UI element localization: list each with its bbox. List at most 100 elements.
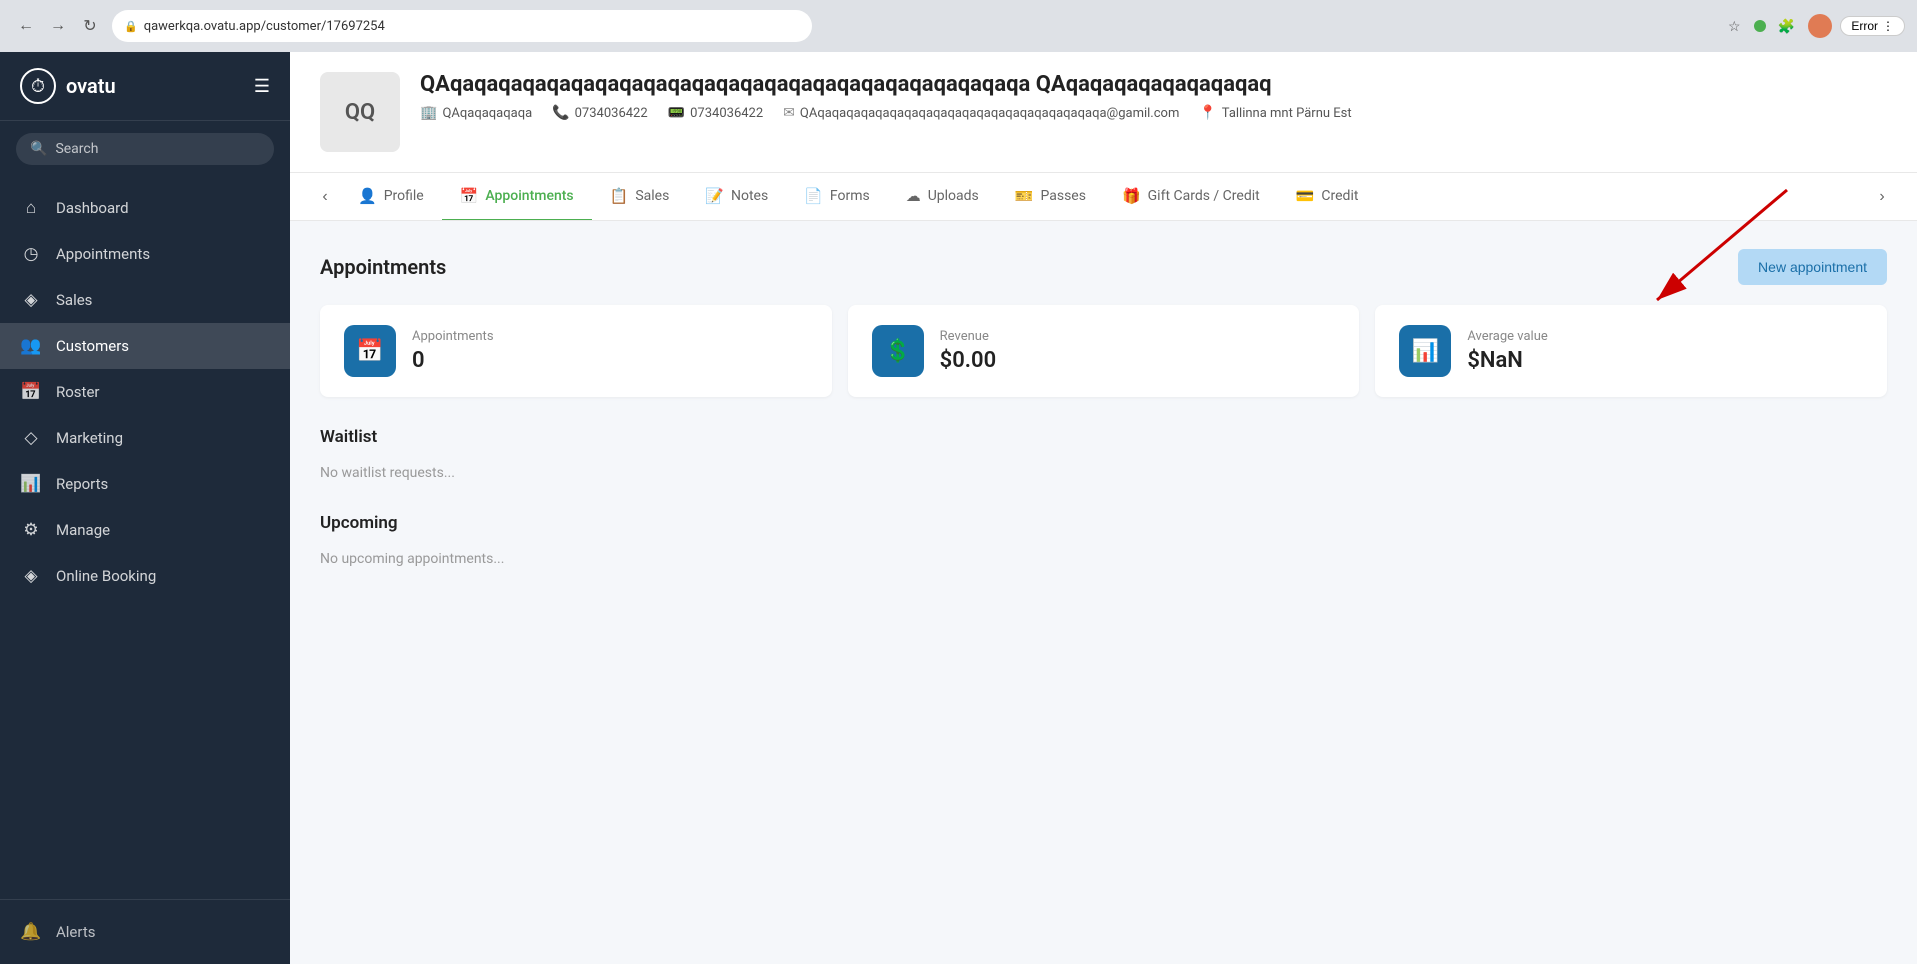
sidebar-footer: 🔔 Alerts (0, 899, 290, 964)
upcoming-empty-text: No upcoming appointments... (320, 547, 1887, 571)
reports-icon: 📊 (20, 474, 42, 494)
revenue-label: Revenue (940, 329, 997, 344)
tab-sales[interactable]: 📋 Sales (592, 173, 688, 220)
browser-nav-buttons: ← → ↻ (12, 12, 104, 40)
location-icon: 📍 (1199, 105, 1216, 121)
stats-row: 📅 Appointments 0 💲 Revenue $0.00 📊 Avera… (320, 305, 1887, 397)
revenue-value: $0.00 (940, 348, 997, 373)
average-value-label: Average value (1467, 329, 1547, 344)
error-label: Error (1851, 19, 1878, 33)
sales-tab-label: Sales (635, 188, 669, 204)
email-icon: ✉ (783, 105, 795, 121)
error-chevron-icon: ⋮ (1882, 19, 1894, 33)
browser-star-button[interactable]: ☆ (1720, 12, 1748, 40)
forward-button[interactable]: → (44, 12, 72, 40)
customers-icon: 👥 (20, 336, 42, 356)
error-button[interactable]: Error ⋮ (1840, 16, 1905, 36)
sidebar-item-customers[interactable]: 👥 Customers (0, 323, 290, 369)
sidebar-item-marketing[interactable]: ◇ Marketing (0, 415, 290, 461)
browser-actions: ☆ 🧩 Error ⋮ (1720, 12, 1905, 40)
customer-business: 🏢 QAqaqaqaqaqa (420, 105, 532, 121)
roster-icon: 📅 (20, 382, 42, 402)
sidebar-item-dashboard[interactable]: ⌂ Dashboard (0, 185, 290, 231)
stat-card-appointments-count: 📅 Appointments 0 (320, 305, 832, 397)
logo-icon: ⏱ (20, 68, 56, 104)
waitlist-empty-text: No waitlist requests... (320, 461, 1887, 485)
tabs-next-button[interactable]: › (1867, 177, 1897, 217)
hamburger-button[interactable]: ☰ (254, 76, 270, 97)
average-value-info: Average value $NaN (1467, 329, 1547, 373)
sidebar-item-reports[interactable]: 📊 Reports (0, 461, 290, 507)
sidebar-item-manage[interactable]: ⚙ Manage (0, 507, 290, 553)
tab-profile[interactable]: 👤 Profile (340, 173, 442, 220)
user-avatar (1808, 14, 1832, 38)
profile-tab-icon: 👤 (358, 187, 377, 205)
average-value-icon-box: 📊 (1399, 325, 1451, 377)
sidebar-item-roster[interactable]: 📅 Roster (0, 369, 290, 415)
reload-button[interactable]: ↻ (76, 12, 104, 40)
page-content: Appointments New appointment 📅 Appointme… (290, 221, 1917, 964)
back-button[interactable]: ← (12, 12, 40, 40)
customer-details: QAqaqaqaqaqaqaqaqaqaqaqaqaqaqaqaqaqaqaqa… (420, 72, 1887, 121)
appointments-tab-icon: 📅 (460, 187, 479, 205)
sidebar-item-roster-label: Roster (56, 383, 99, 401)
lock-icon: 🔒 (124, 20, 138, 33)
customer-email-text: QAqaqaqaqaqaqaqaqaqaqaqaqaqaqaqaqaqaqaqa… (800, 106, 1179, 121)
gift-cards-tab-icon: 🎁 (1122, 187, 1141, 205)
tab-uploads[interactable]: ☁ Uploads (888, 173, 997, 220)
sidebar-item-manage-label: Manage (56, 521, 110, 539)
sidebar-item-online-booking-label: Online Booking (56, 567, 156, 585)
customer-name: QAqaqaqaqaqaqaqaqaqaqaqaqaqaqaqaqaqaqaqa… (420, 72, 1887, 97)
url-text: qawerkqa.ovatu.app/customer/17697254 (144, 19, 385, 34)
tab-forms[interactable]: 📄 Forms (786, 173, 888, 220)
uploads-tab-label: Uploads (928, 188, 979, 204)
tab-gift-cards[interactable]: 🎁 Gift Cards / Credit (1104, 173, 1278, 220)
credit-tab-icon: 💳 (1296, 187, 1315, 205)
profile-tab-label: Profile (384, 188, 424, 204)
sidebar-item-online-booking[interactable]: ◈ Online Booking (0, 553, 290, 599)
notes-tab-label: Notes (731, 188, 768, 204)
appointments-count-label: Appointments (412, 329, 494, 344)
customer-meta: 🏢 QAqaqaqaqaqa 📞 0734036422 📟 0734036422 (420, 105, 1887, 121)
search-input[interactable]: 🔍 Search (16, 133, 274, 165)
tabs-list: 👤 Profile 📅 Appointments 📋 Sales 📝 Notes… (340, 173, 1867, 220)
upcoming-title: Upcoming (320, 513, 1887, 533)
customer-phone2-text: 0734036422 (690, 106, 763, 121)
notes-tab-icon: 📝 (705, 187, 724, 205)
sidebar-item-customers-label: Customers (56, 337, 129, 355)
credit-tab-label: Credit (1321, 188, 1358, 204)
address-bar[interactable]: 🔒 qawerkqa.ovatu.app/customer/17697254 (112, 10, 812, 42)
tab-credit[interactable]: 💳 Credit (1278, 173, 1377, 220)
upcoming-section: Upcoming No upcoming appointments... (320, 513, 1887, 571)
customer-phone2: 📟 0734036422 (668, 105, 764, 121)
stat-card-revenue: 💲 Revenue $0.00 (848, 305, 1360, 397)
browser-chrome: ← → ↻ 🔒 qawerkqa.ovatu.app/customer/1769… (0, 0, 1917, 52)
search-label: Search (55, 141, 98, 157)
sidebar-item-appointments[interactable]: ◷ Appointments (0, 231, 290, 277)
appointments-count-icon-box: 📅 (344, 325, 396, 377)
profile-button[interactable] (1806, 12, 1834, 40)
uploads-tab-icon: ☁ (906, 187, 921, 205)
stat-card-average-value: 📊 Average value $NaN (1375, 305, 1887, 397)
customer-address: 📍 Tallinna mnt Pärnu Est (1199, 105, 1351, 121)
online-booking-icon: ◈ (20, 566, 42, 586)
forms-tab-label: Forms (830, 188, 870, 204)
green-dot (1754, 20, 1766, 32)
tabs-prev-button[interactable]: ‹ (310, 177, 340, 217)
sidebar-item-alerts-label: Alerts (56, 923, 96, 941)
tab-appointments[interactable]: 📅 Appointments (442, 173, 592, 220)
waitlist-title: Waitlist (320, 427, 1887, 447)
extensions-button[interactable]: 🧩 (1772, 12, 1800, 40)
customer-phone1-text: 0734036422 (575, 106, 648, 121)
customer-avatar: QQ (320, 72, 400, 152)
customer-phone1: 📞 0734036422 (552, 105, 648, 121)
sidebar-item-alerts[interactable]: 🔔 Alerts (20, 912, 270, 952)
app-wrapper: ⏱ ovatu ☰ 🔍 Search ⌂ Dashboard ◷ Appoint… (0, 52, 1917, 964)
customer-header: QQ QAqaqaqaqaqaqaqaqaqaqaqaqaqaqaqaqaqaq… (290, 52, 1917, 173)
tab-notes[interactable]: 📝 Notes (687, 173, 786, 220)
new-appointment-button[interactable]: New appointment (1738, 249, 1887, 285)
average-value-value: $NaN (1467, 348, 1547, 373)
sidebar-item-sales[interactable]: ◈ Sales (0, 277, 290, 323)
marketing-icon: ◇ (20, 428, 42, 448)
tab-passes[interactable]: 🎫 Passes (997, 173, 1104, 220)
